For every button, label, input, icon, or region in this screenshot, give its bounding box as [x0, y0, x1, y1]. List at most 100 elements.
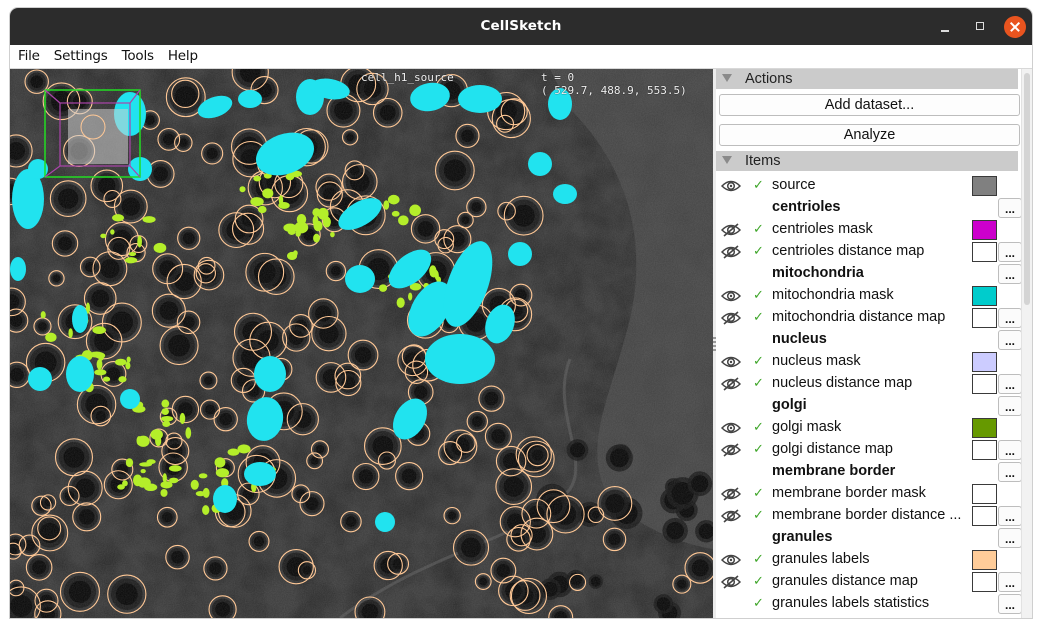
menu-file[interactable]: File [18, 45, 40, 64]
minimize-button[interactable] [934, 16, 956, 38]
color-swatch[interactable] [972, 220, 997, 240]
menu-help[interactable]: Help [168, 45, 198, 64]
color-swatch[interactable] [972, 572, 997, 592]
mitochondria-mask [553, 184, 577, 204]
eye-hidden-icon[interactable] [720, 575, 742, 589]
item-group-row[interactable]: mitochondria... [716, 263, 1022, 285]
eye-hidden-icon[interactable] [720, 311, 742, 325]
color-swatch[interactable] [972, 352, 997, 372]
item-row[interactable]: ✓ golgi distance map... [716, 439, 1022, 461]
color-swatch[interactable] [972, 242, 997, 262]
eye-hidden-icon[interactable] [720, 487, 742, 501]
app-window: CellSketch File Settings Tools Help cell_h1… [10, 8, 1032, 618]
golgi-particle [287, 227, 296, 235]
golgi-particle [429, 269, 439, 278]
color-swatch[interactable] [972, 418, 997, 438]
item-group-row[interactable]: membrane border... [716, 461, 1022, 483]
options-button[interactable]: ... [998, 264, 1022, 284]
eye-hidden-icon[interactable] [720, 245, 742, 259]
item-row[interactable]: ✓ centrioles mask [716, 219, 1018, 241]
item-row[interactable]: ✓ nucleus mask [716, 351, 1018, 373]
item-row[interactable]: ✓ granules labels statistics... [716, 593, 1022, 615]
item-row[interactable]: ✓ source [716, 175, 1018, 197]
color-swatch[interactable] [972, 440, 997, 460]
golgi-particle [190, 479, 199, 490]
item-row[interactable]: ✓ mitochondria mask [716, 285, 1018, 307]
item-label: golgi mask [772, 419, 842, 435]
panel-scrollbar[interactable] [1021, 69, 1032, 618]
golgi-particle [313, 233, 320, 243]
eye-icon[interactable] [720, 289, 742, 303]
options-button[interactable]: ... [998, 506, 1022, 526]
options-button[interactable]: ... [998, 528, 1022, 548]
golgi-particle [118, 376, 127, 383]
menu-settings[interactable]: Settings [54, 45, 108, 64]
item-row[interactable]: ✓ mitochondria distance map... [716, 307, 1022, 329]
analyze-button[interactable]: Analyze [719, 124, 1020, 146]
eye-hidden-icon[interactable] [720, 509, 742, 523]
item-label: nucleus mask [772, 353, 861, 369]
color-swatch[interactable] [972, 506, 997, 526]
image-viewer-canvas[interactable]: cell_h1_source t = 0 ( 529.7, 488.9, 553… [10, 69, 713, 618]
item-row[interactable]: ✓ nucleus distance map... [716, 373, 1022, 395]
golgi-particle [202, 505, 210, 515]
eye-icon[interactable] [720, 553, 742, 567]
close-button[interactable] [1004, 16, 1026, 38]
eye-hidden-icon[interactable] [720, 377, 742, 391]
color-swatch[interactable] [972, 484, 997, 504]
eye-icon[interactable] [720, 355, 742, 369]
options-button[interactable]: ... [998, 242, 1022, 262]
item-group-row[interactable]: granules... [716, 527, 1022, 549]
item-row[interactable]: ✓ membrane border mask [716, 483, 1018, 505]
actions-section-header[interactable]: Actions [716, 69, 1018, 89]
golgi-particle [115, 358, 127, 366]
options-button[interactable]: ... [998, 330, 1022, 350]
check-icon: ✓ [753, 595, 764, 610]
golgi-particle [257, 205, 267, 214]
golgi-particle [161, 399, 170, 408]
color-swatch[interactable] [972, 176, 997, 196]
eye-hidden-icon[interactable] [720, 223, 742, 237]
microscopy-image[interactable] [10, 69, 713, 618]
color-swatch[interactable] [972, 550, 997, 570]
item-group-row[interactable]: centrioles... [716, 197, 1022, 219]
color-swatch[interactable] [972, 286, 997, 306]
options-button[interactable]: ... [998, 198, 1022, 218]
item-group-row[interactable]: nucleus... [716, 329, 1022, 351]
golgi-particle [253, 175, 262, 182]
maximize-button[interactable] [970, 16, 992, 38]
golgi-particle [313, 220, 323, 232]
item-label: membrane border mask [772, 485, 926, 501]
item-row[interactable]: ✓ centrioles distance map... [716, 241, 1022, 263]
item-row[interactable]: ✓ golgi mask [716, 417, 1018, 439]
color-swatch[interactable] [972, 308, 997, 328]
eye-icon[interactable] [720, 179, 742, 193]
options-button[interactable]: ... [998, 594, 1022, 614]
options-button[interactable]: ... [998, 396, 1022, 416]
options-button[interactable]: ... [998, 440, 1022, 460]
golgi-particle [100, 233, 107, 239]
check-icon: ✓ [753, 573, 764, 588]
eye-hidden-icon[interactable] [720, 443, 742, 457]
eye-icon[interactable] [720, 421, 742, 435]
item-group-row[interactable]: golgi... [716, 395, 1022, 417]
golgi-particle [160, 481, 173, 489]
add-dataset-button[interactable]: Add dataset... [719, 94, 1020, 116]
options-button[interactable]: ... [998, 572, 1022, 592]
golgi-particle [322, 216, 331, 228]
options-button[interactable]: ... [998, 308, 1022, 328]
options-button[interactable]: ... [998, 374, 1022, 394]
color-swatch[interactable] [972, 374, 997, 394]
menu-tools[interactable]: Tools [122, 45, 154, 64]
title-bar[interactable]: CellSketch [10, 8, 1032, 45]
items-section-header[interactable]: Items [716, 151, 1018, 171]
item-row[interactable]: ✓ membrane border distance ...... [716, 505, 1022, 527]
mitochondria-mask [458, 85, 502, 113]
item-label: granules [772, 529, 833, 545]
item-row[interactable]: ✓ granules distance map... [716, 571, 1022, 593]
scrollbar-thumb[interactable] [1024, 73, 1030, 305]
options-button[interactable]: ... [998, 462, 1022, 482]
item-row[interactable]: ✓ granules labels [716, 549, 1018, 571]
mitochondria-mask [72, 305, 88, 333]
mitochondria-mask [213, 485, 237, 513]
